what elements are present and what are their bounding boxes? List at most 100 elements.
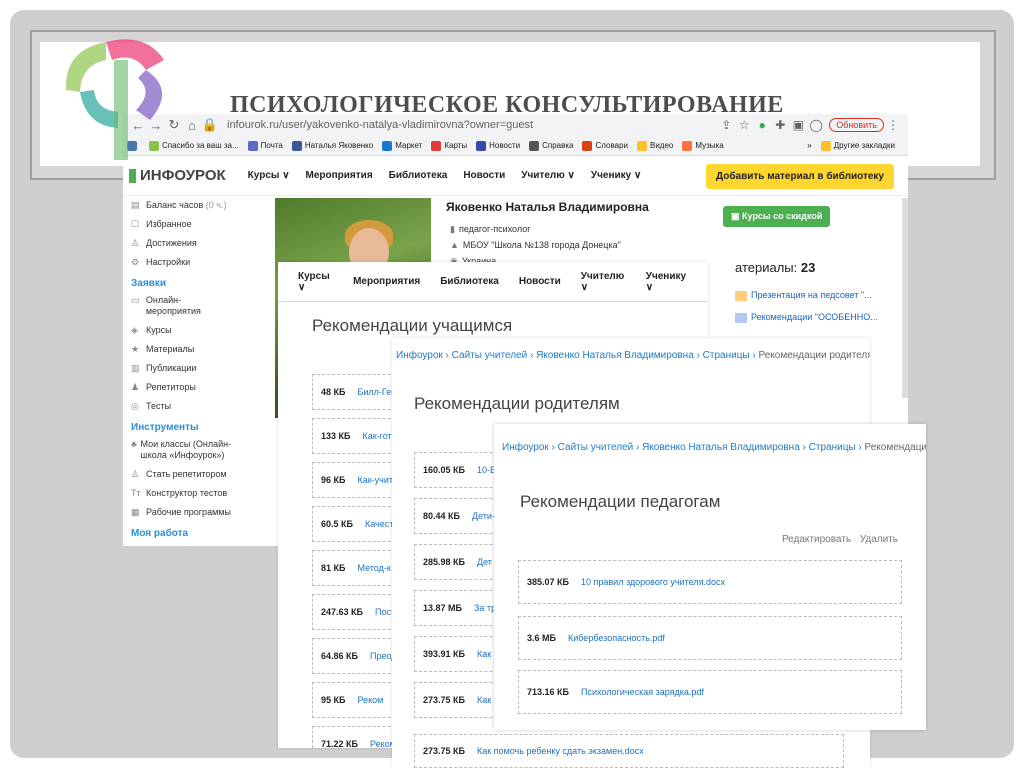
material-link[interactable]: Рекомендации "ОСОБЕННО... [735, 312, 878, 323]
bookmark-item[interactable]: Почта [247, 140, 283, 151]
panel-menu: Курсы ∨ Мероприятия Библиотека Новости У… [278, 262, 708, 302]
sidebar-item-test-builder[interactable]: Tт Конструктор тестов [123, 486, 243, 501]
add-material-button[interactable]: Добавить материал в библиотеку [705, 164, 894, 189]
menu-events[interactable]: Мероприятия [306, 170, 373, 181]
delete-link[interactable]: Удалить [860, 534, 898, 545]
sidebar-item-publications[interactable]: ▥ Публикации [123, 361, 243, 376]
sidebar-item-online-events[interactable]: ▭ Онлайн-мероприятия [123, 293, 243, 319]
lock-icon: 🔒 [201, 117, 219, 132]
breadcrumb: Инфоурок › Сайты учителей › Яковенко Нат… [396, 350, 870, 361]
star-icon[interactable]: ☆ [735, 118, 753, 132]
sidebar-item-favorites[interactable]: ☐ Избранное [123, 217, 243, 232]
gear-icon: ⚙ [131, 257, 140, 267]
classes-icon: ♣ [131, 439, 137, 449]
extensions-icon[interactable]: ✚ [771, 118, 789, 132]
menu-library[interactable]: Библиотека [440, 276, 499, 287]
share-icon[interactable]: ⇪ [717, 118, 735, 132]
other-bookmarks[interactable]: Другие закладки [820, 140, 895, 151]
page-title: Рекомендации родителям [414, 394, 620, 413]
profile-name: Яковенко Наталья Владимировна [446, 200, 649, 214]
sidepanel-icon[interactable]: ▣ [789, 118, 807, 132]
chevron-more-icon[interactable]: » [807, 141, 811, 150]
book-icon: ▮ [450, 224, 455, 234]
sidebar-section-work: Моя работа [131, 528, 189, 539]
sidebar-item-work-programs[interactable]: ▦ Рабочие программы [123, 505, 243, 520]
logo-mark-icon [129, 168, 136, 183]
check-icon[interactable]: ● [753, 118, 771, 132]
page-title: Рекомендации учащимся [312, 316, 513, 335]
sidebar-item-courses[interactable]: ◈ Курсы [123, 323, 243, 338]
bookmark-item[interactable]: Маркет [382, 140, 422, 151]
bookmark-item[interactable]: Карты [431, 140, 467, 151]
bookmark-item[interactable]: Музыка [682, 140, 724, 151]
bookmark-item[interactable]: Наталья Яковенко [291, 140, 373, 151]
file-row[interactable]: 713.16 КБ Психологическая зарядка.pdf [518, 670, 902, 714]
menu-student[interactable]: Ученику ∨ [591, 170, 641, 181]
video-icon [637, 140, 647, 151]
discount-courses-button[interactable]: ▣ Курсы со скидкой [723, 206, 831, 227]
sidebar-section-requests: Заявки [131, 278, 166, 289]
url-field[interactable]: infourok.ru/user/yakovenko-natalya-vladi… [227, 119, 717, 131]
update-button[interactable]: Обновить [829, 118, 884, 132]
bookmark-item[interactable]: Словари [582, 140, 628, 151]
music-icon [682, 140, 693, 151]
check-circle-icon: ◎ [131, 401, 139, 411]
material-link[interactable]: Презентация на педсовет "... [735, 290, 872, 301]
bookmarks-bar: Спасибо за ваш за... Почта Наталья Якове… [123, 136, 908, 156]
menu-news[interactable]: Новости [519, 276, 561, 287]
breadcrumb: Инфоурок › Сайты учителей › Яковенко Нат… [502, 442, 926, 453]
calendar-icon: ▦ [131, 507, 140, 517]
file-row[interactable]: 3.6 МБ Кибербезопасность.pdf [518, 616, 902, 660]
menu-courses[interactable]: Курсы ∨ [298, 271, 333, 293]
file-row[interactable]: 385.07 КБ 10 правил здорового учителя.doc… [518, 560, 902, 604]
profile-icon[interactable]: ◯ [807, 118, 825, 132]
users-icon: ♟ [131, 382, 140, 392]
menu-teacher[interactable]: Учителю ∨ [581, 271, 626, 293]
sidebar-item-achievements[interactable]: ♙ Достижения [123, 236, 243, 251]
sidebar-item-tests[interactable]: ◎ Тесты [123, 399, 243, 414]
sidebar-item-balance[interactable]: ▤ Баланс часов (0 ч.) [123, 198, 243, 213]
news-icon [476, 140, 487, 151]
sidebar-item-tutors[interactable]: ♟ Репетиторы [123, 380, 243, 395]
materials-count: атериалы: 23 [735, 260, 816, 275]
dictionary-icon [582, 140, 593, 151]
sidebar: ▤ Баланс часов (0 ч.) ☐ Избранное ♙ Достиже… [123, 198, 243, 546]
menu-news[interactable]: Новости [463, 170, 505, 181]
profile-role: ▮ педагог-психолог [450, 224, 531, 234]
clock-icon: ▤ [131, 200, 140, 210]
teachers-recommendations-panel: Инфоурок › Сайты учителей › Яковенко Нат… [494, 424, 926, 730]
cart-icon: ▣ [731, 211, 743, 221]
bookmark-item[interactable]: Новости [476, 140, 520, 151]
sidebar-item-become-tutor[interactable]: ♙ Стать репетитором [123, 467, 243, 482]
scrollbar[interactable] [902, 198, 908, 398]
sidebar-item-my-classes[interactable]: ♣ Мои классы (Онлайн-школа «Инфоурок») [123, 437, 243, 463]
menu-events[interactable]: Мероприятия [353, 276, 420, 287]
menu-dots-icon[interactable]: ⋮ [884, 118, 902, 132]
file-row[interactable]: 273.75 КБ Как помочь ребенку сдать экзаме… [414, 734, 844, 768]
profile-school: ▲ МБОУ "Школа №138 города Донецка" [450, 240, 621, 250]
mail-icon [247, 140, 258, 151]
page-title: Рекомендации педагогам [520, 492, 721, 511]
sidebar-item-settings[interactable]: ⚙ Настройки [123, 255, 243, 270]
page-actions: Редактировать Удалить [776, 534, 898, 545]
menu-courses[interactable]: Курсы ∨ [248, 170, 290, 181]
folder-icon [820, 140, 831, 151]
sidebar-item-materials[interactable]: ★ Материалы [123, 342, 243, 357]
help-icon [529, 140, 540, 151]
edit-link[interactable]: Редактировать [782, 534, 851, 545]
presentation-icon [735, 290, 747, 301]
facebook-icon [291, 140, 302, 151]
trophy-icon: ♙ [131, 238, 140, 248]
star-icon: ★ [131, 344, 140, 354]
menu-student[interactable]: Ученику ∨ [646, 271, 688, 293]
map-pin-icon [431, 140, 442, 151]
cart-icon [382, 140, 393, 151]
bookmark-item[interactable]: Справка [529, 140, 573, 151]
menu-library[interactable]: Библиотека [389, 170, 448, 181]
document-icon [735, 312, 747, 323]
person-plus-icon: ♙ [131, 469, 140, 479]
graduation-icon: ◈ [131, 325, 138, 335]
bookmark-item[interactable]: Видео [637, 140, 673, 151]
menu-teacher[interactable]: Учителю ∨ [521, 170, 575, 181]
slide-title: ПСИХОЛОГИЧЕСКОЕ КОНСУЛЬТИРОВАНИЕ [230, 92, 784, 118]
